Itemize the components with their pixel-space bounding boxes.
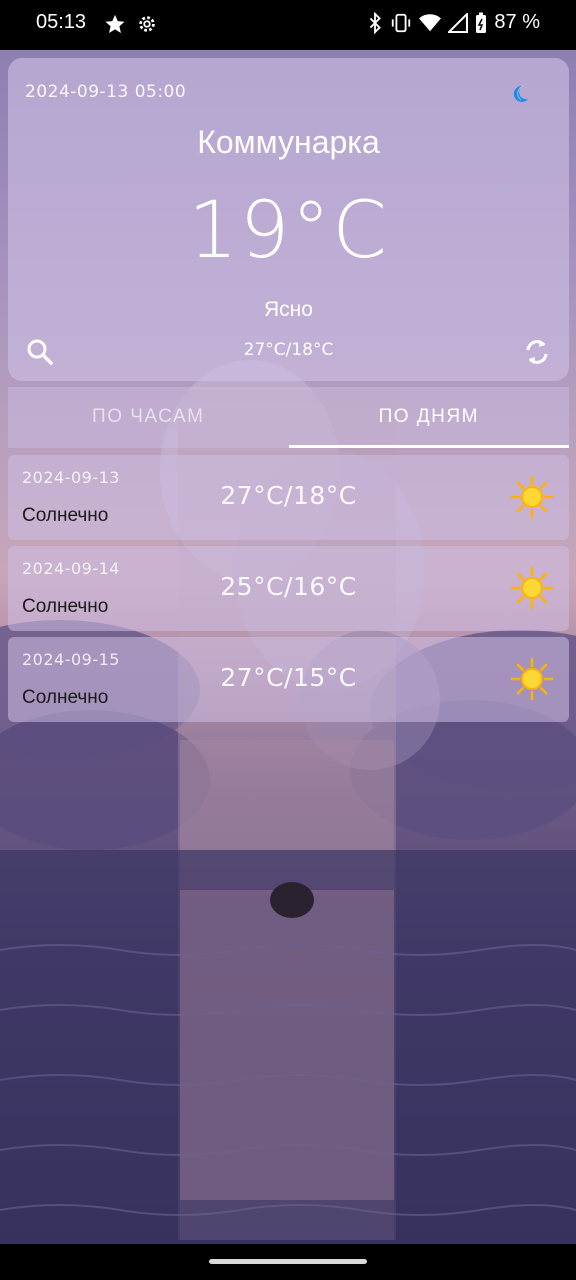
wifi-icon [419,13,442,33]
day-temperature: 27°C/15°C [220,663,357,692]
current-datetime: 2024-09-13 05:00 [25,82,187,102]
weather-app-screen: 05:13 87 % 2024-09-13 05:00 Коммунарка 1… [0,0,576,1280]
current-weather-card: 2024-09-13 05:00 Коммунарка 19°C Ясно 27… [8,58,569,381]
day-temperature: 25°C/16°C [220,572,357,601]
sun-icon [510,475,554,519]
city-name: Коммунарка [197,124,380,160]
signal-icon [448,12,469,33]
tab-daily[interactable]: ПО ДНЯМ [288,387,570,448]
navigation-bar [0,1244,576,1280]
moon-icon [513,85,528,102]
bluetooth-icon [367,11,383,34]
current-condition: Ясно [264,298,313,321]
forecast-tabs: ПО ЧАСАМ ПО ДНЯМ [8,387,569,448]
star-icon [104,13,126,35]
list-item[interactable]: 2024-09-13 Солнечно 27°C/18°C [8,455,569,540]
search-icon[interactable] [26,338,54,366]
status-bar: 05:13 87 % [0,0,576,50]
vibrate-icon [390,12,412,34]
current-temperature: 19°C [188,186,389,276]
refresh-icon[interactable] [522,337,552,367]
sun-icon [510,657,554,701]
current-min-max: 27°C/18°C [243,340,334,360]
daily-forecast-list: 2024-09-13 Солнечно 27°C/18°C 2024-09-14… [8,455,569,728]
tab-hourly[interactable]: ПО ЧАСАМ [8,387,289,448]
list-item[interactable]: 2024-09-15 Солнечно 27°C/15°C [8,637,569,722]
battery-percent: 87 % [494,11,540,33]
home-gesture-handle[interactable] [209,1259,367,1264]
list-item[interactable]: 2024-09-14 Солнечно 25°C/16°C [8,546,569,631]
sun-icon [510,566,554,610]
gear-icon [136,13,158,35]
status-time: 05:13 [36,11,87,33]
battery-icon [475,12,487,34]
day-temperature: 27°C/18°C [220,481,357,510]
